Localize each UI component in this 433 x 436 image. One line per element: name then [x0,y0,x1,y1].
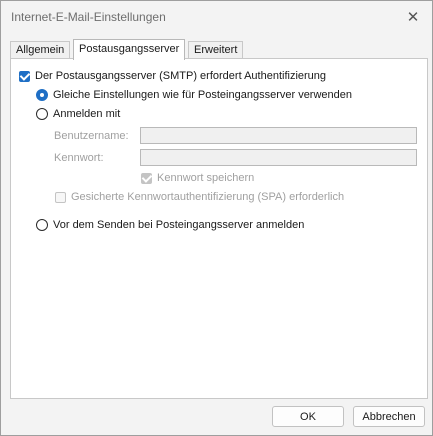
dialog-title: Internet-E-Mail-Einstellungen [11,10,166,24]
tab-postausgangsserver[interactable]: Postausgangsserver [73,39,186,60]
smtp-auth-label: Der Postausgangsserver (SMTP) erfordert … [35,70,327,82]
tab-allgemein[interactable]: Allgemein [10,41,71,59]
remember-password-option[interactable]: Kennwort speichern [141,172,254,184]
password-label: Kennwort: [54,152,104,164]
remember-password-label: Kennwort speichern [157,172,255,184]
username-field[interactable] [140,127,417,144]
login-before-send-option[interactable]: Vor dem Senden bei Posteingangsserver an… [36,219,304,231]
close-icon[interactable]: ✕ [402,7,424,27]
login-before-send-label: Vor dem Senden bei Posteingangsserver an… [53,219,305,231]
spa-label: Gesicherte Kennwortauthentifizierung (SP… [71,191,345,203]
title-bar: Internet-E-Mail-Einstellungen ✕ [1,1,432,33]
same-settings-option[interactable]: Gleiche Einstellungen wie für Posteingan… [36,89,352,101]
smtp-auth-option[interactable]: Der Postausgangsserver (SMTP) erfordert … [19,70,326,82]
login-before-send-radio[interactable] [36,219,48,231]
spa-checkbox[interactable] [55,191,66,203]
password-field[interactable] [140,149,417,166]
remember-password-checkbox[interactable] [141,172,152,184]
login-with-label: Anmelden mit [53,108,121,120]
same-settings-label: Gleiche Einstellungen wie für Posteingan… [53,89,353,101]
same-settings-radio[interactable] [36,89,48,101]
login-with-option[interactable]: Anmelden mit [36,108,120,120]
smtp-auth-checkbox[interactable] [19,70,30,82]
email-settings-dialog: Internet-E-Mail-Einstellungen ✕ Allgemei… [0,0,433,436]
cancel-button[interactable]: Abbrechen [353,406,425,427]
spa-option[interactable]: Gesicherte Kennwortauthentifizierung (SP… [55,191,344,203]
ok-button[interactable]: OK [272,406,344,427]
login-with-radio[interactable] [36,108,48,120]
username-label: Benutzername: [54,130,129,142]
outgoing-server-panel: Der Postausgangsserver (SMTP) erfordert … [10,58,428,399]
tab-erweitert[interactable]: Erweitert [188,41,244,59]
